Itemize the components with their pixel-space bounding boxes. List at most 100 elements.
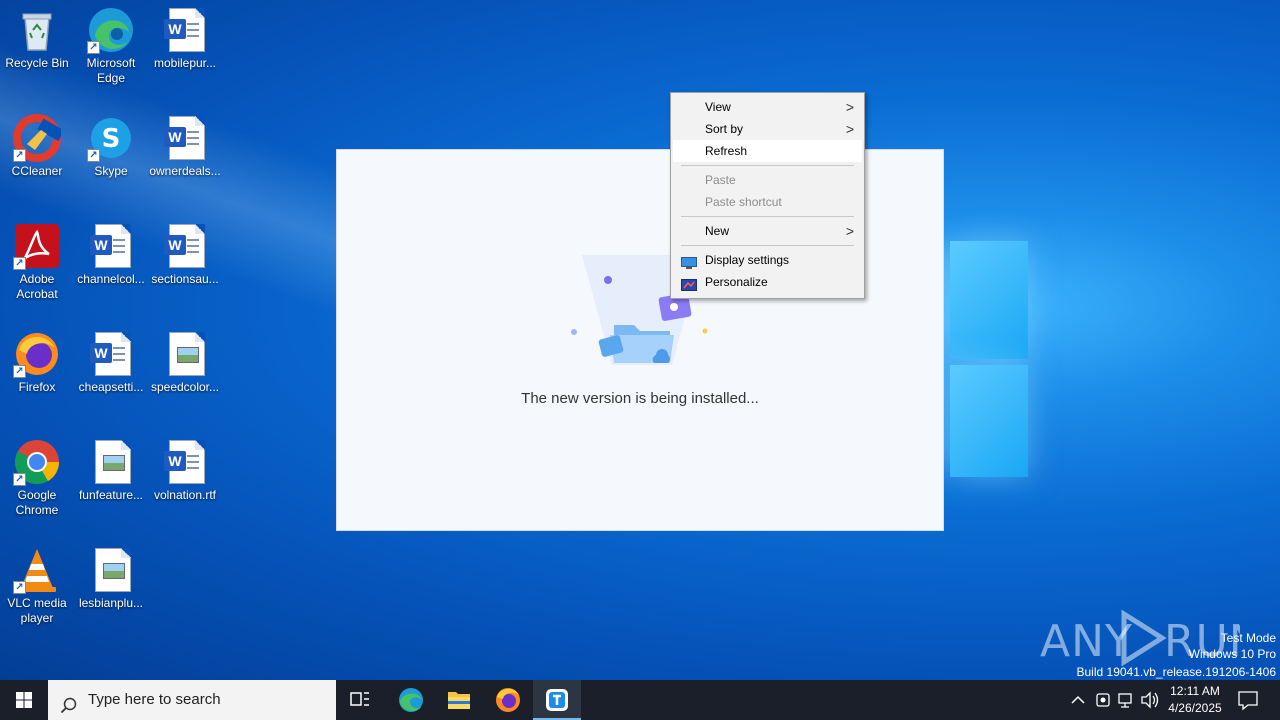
word-document-icon: W <box>161 438 209 486</box>
desktop[interactable]: Recycle Bin ↗ Microsoft Edge W mobilepur… <box>0 0 1280 680</box>
desktop-icon-label: volnation.rtf <box>153 488 217 502</box>
menu-item-sort-by[interactable]: Sort by > <box>671 118 864 140</box>
taskbar-clock[interactable]: 12:11 AM 4/26/2025 <box>1162 683 1228 717</box>
taskbar-file-explorer-button[interactable] <box>435 680 483 720</box>
word-document-icon: W <box>161 6 209 54</box>
desktop-icon-ownerdeals[interactable]: W ownerdeals... <box>148 108 222 179</box>
desktop-icon-label: Google Chrome <box>15 488 59 517</box>
desktop-icon-label: funfeature... <box>78 488 144 502</box>
notifications-button[interactable] <box>1232 680 1264 720</box>
desktop-icon-label: speedcolor... <box>150 380 220 394</box>
desktop-icon-firefox[interactable]: ↗ Firefox <box>0 324 74 395</box>
taskbar: Type here to search 12:11 AM 4/26/2025 <box>0 680 1280 720</box>
menu-item-display-settings[interactable]: Display settings <box>671 249 864 271</box>
desktop-icon-lesbianplu[interactable]: lesbianplu... <box>74 540 148 611</box>
speaker-icon <box>1141 691 1159 709</box>
chevron-right-icon: > <box>845 121 854 137</box>
desktop-icon-label: Skype <box>94 164 128 178</box>
menu-item-paste-shortcut[interactable]: Paste shortcut <box>671 191 864 213</box>
menu-item-label: Paste shortcut <box>705 195 782 209</box>
desktop-icon-label: sectionsau... <box>151 272 219 286</box>
desktop-icon-recycle-bin[interactable]: Recycle Bin <box>0 0 74 71</box>
menu-item-new[interactable]: New > <box>671 220 864 242</box>
windows-start-icon <box>16 692 32 708</box>
notification-icon <box>1238 691 1258 711</box>
menu-separator <box>681 245 854 246</box>
word-document-icon: W <box>87 330 135 378</box>
desktop-icon-google-chrome[interactable]: ↗ Google Chrome <box>0 432 74 518</box>
show-hidden-icons-button[interactable] <box>1066 680 1090 720</box>
desktop-icon-volnation[interactable]: W volnation.rtf <box>148 432 222 503</box>
desktop-icon-ccleaner[interactable]: ↗ CCleaner <box>0 108 74 179</box>
task-view-button[interactable] <box>336 680 384 720</box>
test-mode-label: Test Mode <box>1220 631 1276 645</box>
menu-item-label: Paste <box>705 173 736 187</box>
desktop-icon-label: Firefox <box>18 380 56 394</box>
firefox-icon <box>496 688 520 712</box>
volume-button[interactable] <box>1138 680 1162 720</box>
network-icon <box>1118 693 1132 708</box>
folder-icon <box>448 692 470 709</box>
taskbar-installer-app-button[interactable] <box>533 680 581 720</box>
svg-text:ANY: ANY <box>1040 616 1133 667</box>
desktop-icon-skype[interactable]: S ↗ Skype <box>74 108 148 179</box>
desktop-icon-mobilepur[interactable]: W mobilepur... <box>148 0 222 71</box>
desktop-icon-label: Adobe Acrobat <box>16 272 58 301</box>
word-document-icon: W <box>161 114 209 162</box>
menu-item-label: Refresh <box>705 144 748 158</box>
menu-item-personalize[interactable]: Personalize <box>671 271 864 293</box>
desktop-icon-sectionsau[interactable]: W sectionsau... <box>148 216 222 287</box>
word-document-icon: W <box>87 222 135 270</box>
menu-item-paste[interactable]: Paste <box>671 169 864 191</box>
image-file-icon <box>87 438 135 486</box>
taskbar-edge-button[interactable] <box>387 680 435 720</box>
desktop-icon-label: ownerdeals... <box>149 164 221 178</box>
menu-item-refresh[interactable]: Refresh <box>673 140 862 162</box>
search-icon <box>60 691 78 720</box>
menu-item-label: Sort by <box>705 122 744 136</box>
desktop-icons: Recycle Bin ↗ Microsoft Edge W mobilepur… <box>0 0 240 680</box>
app-t-icon <box>546 689 568 711</box>
desktop-icon-label: CCleaner <box>11 164 63 178</box>
image-file-icon <box>161 330 209 378</box>
desktop-icon-microsoft-edge[interactable]: ↗ Microsoft Edge <box>74 0 148 86</box>
word-document-icon: W <box>161 222 209 270</box>
firefox-icon: ↗ <box>13 330 61 378</box>
menu-item-label: Display settings <box>705 253 790 267</box>
image-file-icon <box>87 546 135 594</box>
tray-app-icon <box>1096 693 1110 707</box>
clock-time: 12:11 AM <box>1170 684 1220 698</box>
tray-app-button[interactable] <box>1092 680 1114 720</box>
network-button[interactable] <box>1115 680 1137 720</box>
desktop-icon-speedcolor[interactable]: speedcolor... <box>148 324 222 395</box>
edge-icon: ↗ <box>87 6 135 54</box>
menu-separator <box>681 216 854 217</box>
menu-item-label: New <box>705 224 730 238</box>
desktop-icon-vlc[interactable]: ↗ VLC media player <box>0 540 74 626</box>
desktop-icon-funfeature[interactable]: funfeature... <box>74 432 148 503</box>
task-view-icon <box>350 692 369 706</box>
taskbar-firefox-button[interactable] <box>484 680 532 720</box>
start-button[interactable] <box>0 680 48 720</box>
installing-message: The new version is being installed... <box>521 390 759 407</box>
desktop-context-menu: View > Sort by > Refresh Paste Paste sho… <box>670 92 865 299</box>
desktop-icon-label: mobilepur... <box>153 56 217 70</box>
skype-icon: S ↗ <box>87 114 135 162</box>
windows-build-label: Build 19041.vb_release.191206-1406 <box>1076 665 1277 679</box>
desktop-icon-channelcol[interactable]: W channelcol... <box>74 216 148 287</box>
ccleaner-icon: ↗ <box>13 114 65 162</box>
search-placeholder: Type here to search <box>88 691 221 708</box>
chevron-right-icon: > <box>845 223 854 239</box>
adobe-acrobat-icon: ↗ <box>13 222 61 270</box>
chevron-up-icon <box>1071 695 1085 704</box>
clock-date: 4/26/2025 <box>1168 701 1222 715</box>
desktop-icon-adobe-acrobat[interactable]: ↗ Adobe Acrobat <box>0 216 74 302</box>
recycle-bin-icon <box>13 6 61 54</box>
windows-edition-label: Windows 10 Pro <box>1188 647 1276 661</box>
desktop-icon-cheapsetti[interactable]: W cheapsetti... <box>74 324 148 395</box>
menu-item-label: View <box>705 100 731 114</box>
menu-item-label: Personalize <box>705 275 768 289</box>
chrome-icon: ↗ <box>13 438 61 486</box>
menu-item-view[interactable]: View > <box>671 96 864 118</box>
taskbar-search-box[interactable]: Type here to search <box>48 680 336 720</box>
